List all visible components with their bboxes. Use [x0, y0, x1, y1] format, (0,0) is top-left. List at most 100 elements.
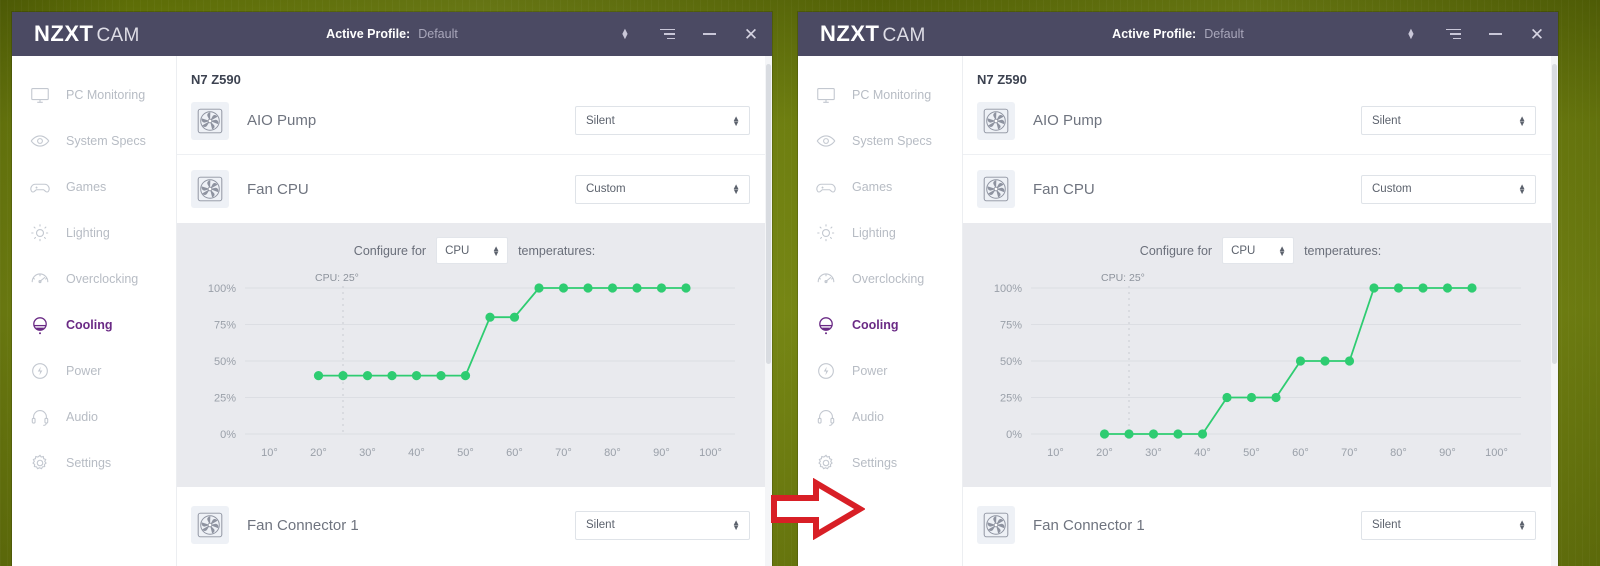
- window-controls: ▲ ▼ ✕: [604, 12, 772, 56]
- configure-row: Configure for CPU ▲ ▼ temperatures:: [177, 237, 772, 264]
- sidebar-item-label: Lighting: [66, 226, 110, 240]
- fan-row-fan-connector-1: Fan Connector 1 Silent ▲ ▼: [963, 491, 1558, 559]
- sidebar-item-label: Cooling: [852, 318, 899, 332]
- svg-text:0%: 0%: [220, 429, 236, 441]
- content-area: N7 Z590 AIO Pump Silent ▲ ▼ Fan CPU Cust…: [963, 56, 1558, 566]
- scrollbar-thumb[interactable]: [1552, 64, 1557, 364]
- scrollbar-thumb[interactable]: [766, 64, 771, 364]
- svg-text:90°: 90°: [1439, 447, 1456, 459]
- eye-icon: [28, 129, 52, 153]
- active-profile-value: Default: [418, 27, 458, 41]
- title-bar: NZXT CAM Active Profile: Default ▲ ▼ ✕: [12, 12, 772, 56]
- fan-mode-select[interactable]: Custom ▲ ▼: [1361, 174, 1536, 204]
- sidebar-item-label: Games: [66, 180, 107, 194]
- fan-mode-value: Silent: [1372, 519, 1401, 531]
- sidebar-item-power[interactable]: Power: [798, 348, 962, 394]
- sidebar-item-pc-monitoring[interactable]: PC Monitoring: [12, 72, 176, 118]
- sidebar-item-settings[interactable]: Settings: [12, 440, 176, 486]
- profile-spinner-icon[interactable]: ▲ ▼: [604, 12, 646, 56]
- close-button[interactable]: ✕: [1516, 12, 1558, 56]
- sidebar-item-label: PC Monitoring: [66, 88, 146, 102]
- profile-spinner-icon[interactable]: ▲ ▼: [1390, 12, 1432, 56]
- nzxt-cam-window-before: NZXT CAM Active Profile: Default ▲ ▼ ✕ P…: [12, 12, 772, 566]
- sidebar-item-games[interactable]: Games: [798, 164, 962, 210]
- sidebar-item-label: Audio: [852, 410, 884, 424]
- gear-icon: [814, 451, 838, 475]
- svg-text:75%: 75%: [214, 320, 236, 332]
- sidebar-item-lighting[interactable]: Lighting: [798, 210, 962, 256]
- window-body: PC Monitoring System Specs Games Lightin…: [12, 56, 772, 566]
- chevron-updown-icon: ▲ ▼: [732, 518, 740, 532]
- minimize-button[interactable]: [688, 12, 730, 56]
- fan-mode-value: Silent: [586, 519, 615, 531]
- monitor-icon: [28, 83, 52, 107]
- svg-text:40°: 40°: [408, 447, 425, 459]
- fan-mode-select[interactable]: Silent ▲ ▼: [575, 510, 750, 540]
- sidebar-item-label: Lighting: [852, 226, 896, 240]
- gear-icon: [28, 451, 52, 475]
- configure-suffix-label: temperatures:: [518, 243, 596, 258]
- fan-icon: [191, 506, 229, 544]
- sidebar-item-lighting[interactable]: Lighting: [12, 210, 176, 256]
- chevron-updown-icon: ▲ ▼: [1278, 243, 1287, 258]
- fan-row-label: Fan Connector 1: [1033, 516, 1145, 534]
- svg-text:50%: 50%: [1000, 356, 1022, 368]
- svg-text:80°: 80°: [604, 447, 621, 459]
- configure-source-value: CPU: [1231, 244, 1256, 257]
- svg-text:20°: 20°: [310, 447, 327, 459]
- power-bolt-icon: [814, 359, 838, 383]
- app-logo: NZXT CAM: [820, 21, 926, 47]
- sidebar-item-pc-monitoring[interactable]: PC Monitoring: [798, 72, 962, 118]
- svg-text:75%: 75%: [1000, 320, 1022, 332]
- window-body: PC Monitoring System Specs Games Lightin…: [798, 56, 1558, 566]
- sidebar-item-power[interactable]: Power: [12, 348, 176, 394]
- svg-text:30°: 30°: [359, 447, 376, 459]
- sidebar-item-label: PC Monitoring: [852, 88, 932, 102]
- close-button[interactable]: ✕: [730, 12, 772, 56]
- fan-mode-value: Custom: [1372, 183, 1412, 195]
- svg-text:50%: 50%: [214, 356, 236, 368]
- device-name: N7 Z590: [191, 72, 241, 87]
- configure-source-select[interactable]: CPU ▲ ▼: [1222, 237, 1295, 264]
- sidebar-item-label: Overclocking: [852, 272, 925, 286]
- svg-text:70°: 70°: [1341, 447, 1358, 459]
- fan-mode-select[interactable]: Silent ▲ ▼: [1361, 510, 1536, 540]
- fan-curve-chart-right[interactable]: 0% 25% 50% 75% 100% CPU: 25° 10° 20° 30° 40° 50° 60…: [963, 270, 1558, 475]
- sidebar-item-overclocking[interactable]: Overclocking: [12, 256, 176, 302]
- logo-cam: CAM: [882, 25, 926, 46]
- sidebar-item-system-specs[interactable]: System Specs: [798, 118, 962, 164]
- svg-text:90°: 90°: [653, 447, 670, 459]
- sidebar-item-audio[interactable]: Audio: [12, 394, 176, 440]
- svg-text:25%: 25%: [214, 393, 236, 405]
- headset-icon: [28, 405, 52, 429]
- menu-icon[interactable]: [1432, 12, 1474, 56]
- chevron-updown-icon: ▲ ▼: [1518, 518, 1526, 532]
- fan-mode-select[interactable]: Custom ▲ ▼: [575, 174, 750, 204]
- scrollbar-track[interactable]: [1551, 56, 1558, 566]
- app-logo: NZXT CAM: [34, 21, 140, 47]
- sidebar-item-audio[interactable]: Audio: [798, 394, 962, 440]
- sidebar-item-games[interactable]: Games: [12, 164, 176, 210]
- fan-row-label: Fan Connector 1: [247, 516, 359, 534]
- svg-text:10°: 10°: [1047, 447, 1064, 459]
- cooling-icon: [814, 313, 838, 337]
- sidebar-item-cooling[interactable]: Cooling: [798, 302, 962, 348]
- sidebar-item-overclocking[interactable]: Overclocking: [798, 256, 962, 302]
- cooling-icon: [28, 313, 52, 337]
- power-bolt-icon: [28, 359, 52, 383]
- menu-icon[interactable]: [646, 12, 688, 56]
- chevron-updown-icon: ▲ ▼: [732, 182, 740, 196]
- configure-source-select[interactable]: CPU ▲ ▼: [436, 237, 509, 264]
- fan-mode-select[interactable]: Silent ▲ ▼: [1361, 106, 1536, 135]
- fan-row-label: Fan CPU: [1033, 180, 1095, 198]
- fan-curve-chart-left[interactable]: 0% 25% 50% 75% 100% CPU: 25° 10° 20° 30° 40° 50° 60…: [177, 270, 772, 475]
- fan-mode-select[interactable]: Silent ▲ ▼: [575, 106, 750, 135]
- svg-text:25%: 25%: [1000, 393, 1022, 405]
- minimize-button[interactable]: [1474, 12, 1516, 56]
- fan-icon: [977, 101, 1015, 140]
- device-name: N7 Z590: [977, 72, 1027, 87]
- chevron-updown-icon: ▲ ▼: [732, 113, 740, 128]
- fan-row-label: AIO Pump: [1033, 112, 1103, 129]
- sidebar-item-system-specs[interactable]: System Specs: [12, 118, 176, 164]
- sidebar-item-cooling[interactable]: Cooling: [12, 302, 176, 348]
